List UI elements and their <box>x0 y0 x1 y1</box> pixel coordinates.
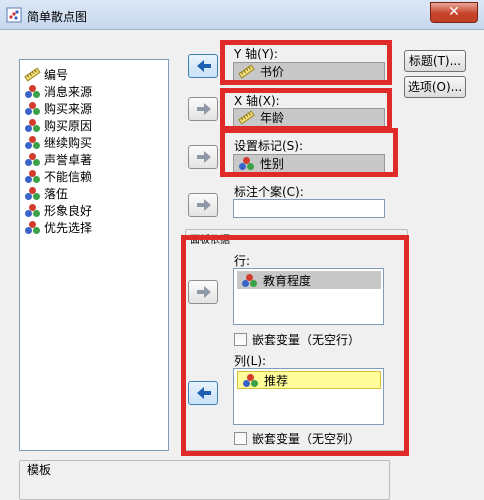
template-group-title: 模板 <box>26 461 53 478</box>
arrow-left-icon <box>196 59 212 73</box>
highlight-x-axis <box>220 88 392 131</box>
move-x-axis-button[interactable] <box>188 97 218 121</box>
list-item[interactable]: 消息来源 <box>24 83 92 100</box>
list-item[interactable]: 形象良好 <box>24 202 92 219</box>
move-y-axis-button[interactable] <box>188 54 218 78</box>
variable-list[interactable]: 编号 消息来源 购买来源 购买原因 继续购买 声誉卓著 不能信赖 落伍 形象良好… <box>19 59 169 451</box>
arrow-right-icon <box>196 150 212 164</box>
nominal-icon <box>24 118 41 133</box>
list-item[interactable]: 声誉卓著 <box>24 151 92 168</box>
list-item[interactable]: 继续购买 <box>24 134 92 151</box>
list-item[interactable]: 不能信赖 <box>24 168 92 185</box>
close-button[interactable]: ✕ <box>430 2 478 23</box>
list-item[interactable]: 购买原因 <box>24 117 92 134</box>
list-item[interactable]: 优先选择 <box>24 219 92 236</box>
nominal-icon <box>24 203 41 218</box>
case-label-field[interactable] <box>233 199 385 218</box>
options-button[interactable]: 选项(O)... <box>404 76 466 98</box>
close-icon: ✕ <box>448 4 460 20</box>
window-title: 简单散点图 <box>27 10 88 24</box>
list-item[interactable]: 购买来源 <box>24 100 92 117</box>
list-item[interactable]: 落伍 <box>24 185 68 202</box>
move-marker-button[interactable] <box>188 145 218 169</box>
nominal-icon <box>24 186 41 201</box>
nominal-icon <box>24 84 41 99</box>
nominal-icon <box>24 220 41 235</box>
highlight-y-axis <box>220 40 392 85</box>
nominal-icon <box>24 152 41 167</box>
highlight-marker <box>220 128 398 177</box>
ruler-icon <box>24 67 41 82</box>
spss-chart-icon <box>6 7 22 23</box>
nominal-icon <box>24 101 41 116</box>
titles-button[interactable]: 标题(T)... <box>404 50 466 72</box>
title-bar: 简单散点图 ✕ <box>0 0 484 30</box>
case-label-label: 标注个案(C): <box>234 185 304 199</box>
arrow-right-icon <box>196 198 212 212</box>
arrow-right-icon <box>196 102 212 116</box>
nominal-icon <box>24 135 41 150</box>
move-case-label-button[interactable] <box>188 193 218 217</box>
nominal-icon <box>24 169 41 184</box>
template-group <box>19 460 390 500</box>
highlight-panel <box>181 235 409 456</box>
list-item[interactable]: 编号 <box>24 66 68 83</box>
